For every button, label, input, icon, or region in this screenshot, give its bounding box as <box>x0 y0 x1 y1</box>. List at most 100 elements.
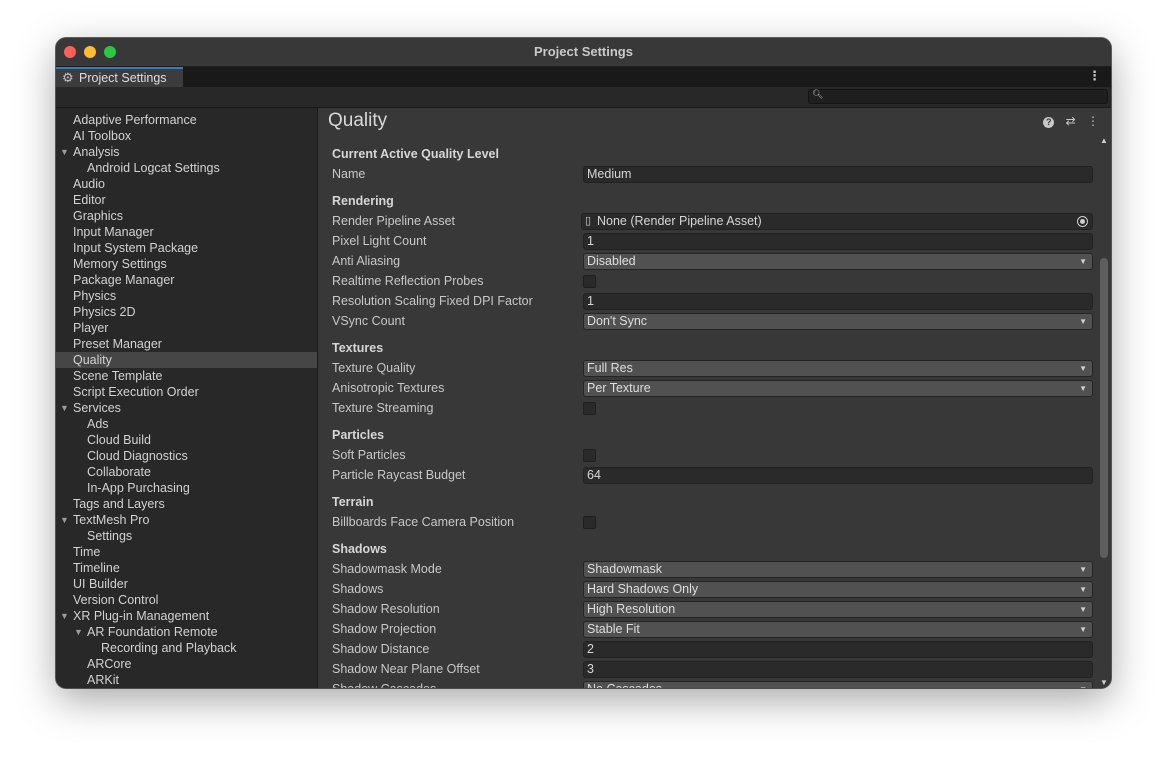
object-picker-icon[interactable] <box>1077 216 1088 227</box>
shadow-resolution-dropdown[interactable]: High Resolution ▼ <box>583 601 1093 618</box>
sidebar-item-ai-toolbox[interactable]: AI Toolbox <box>56 128 317 144</box>
vsync-count-dropdown[interactable]: Don't Sync ▼ <box>583 313 1093 330</box>
sidebar-item-collaborate[interactable]: Collaborate <box>56 464 317 480</box>
sidebar-item-quality[interactable]: Quality <box>56 352 317 368</box>
setting-row-soft-particles: Soft Particles <box>332 445 1093 465</box>
texture-streaming-checkbox[interactable] <box>583 402 596 415</box>
vertical-scrollbar[interactable]: ▲ ▼ <box>1097 136 1111 688</box>
sidebar-item-arkit[interactable]: ARKit <box>56 672 317 688</box>
sidebar-item-preset-manager[interactable]: Preset Manager <box>56 336 317 352</box>
sidebar-item-version-control[interactable]: Version Control <box>56 592 317 608</box>
shadow-distance-field[interactable]: 2 <box>583 641 1093 658</box>
sidebar-item-xr-plug-in-management[interactable]: ▼ XR Plug-in Management <box>56 608 317 624</box>
shadowmask-mode-dropdown[interactable]: Shadowmask ▼ <box>583 561 1093 578</box>
scroll-down-icon[interactable]: ▼ <box>1100 678 1108 687</box>
search-row: 🔍︎ <box>56 87 1111 108</box>
help-icon[interactable]: ? <box>1043 117 1055 128</box>
sidebar-item-textmesh-pro[interactable]: ▼ TextMesh Pro <box>56 512 317 528</box>
sidebar-item-recording-and-playback[interactable]: Recording and Playback <box>56 640 317 656</box>
sidebar-item-label: Graphics <box>73 209 124 223</box>
sidebar-item-time[interactable]: Time <box>56 544 317 560</box>
sidebar-item-label: AR Foundation Remote <box>87 625 218 639</box>
preset-sliders-icon[interactable]: ⇄ <box>1066 114 1076 128</box>
more-options-icon[interactable]: ⋮ <box>1088 68 1101 84</box>
sidebar-item-scene-template[interactable]: Scene Template <box>56 368 317 384</box>
section-title: Textures <box>332 341 384 355</box>
sidebar-item-graphics[interactable]: Graphics <box>56 208 317 224</box>
more-options-icon[interactable]: ⋮ <box>1087 114 1099 128</box>
realtime-reflection-probes-checkbox[interactable] <box>583 275 596 288</box>
sidebar-item-physics-2d[interactable]: Physics 2D <box>56 304 317 320</box>
scroll-up-icon[interactable]: ▲ <box>1100 136 1108 145</box>
sidebar-item-label: Recording and Playback <box>101 641 237 655</box>
sidebar-item-physics[interactable]: Physics <box>56 288 317 304</box>
setting-row-shadow-projection: Shadow Projection Stable Fit ▼ <box>332 619 1093 639</box>
sidebar-item-cloud-build[interactable]: Cloud Build <box>56 432 317 448</box>
render-pipeline-asset-object-field[interactable]: ▯ None (Render Pipeline Asset) <box>581 213 1093 230</box>
search-input[interactable] <box>823 90 1103 103</box>
sidebar-item-ui-builder[interactable]: UI Builder <box>56 576 317 592</box>
section-title: Current Active Quality Level <box>332 147 499 161</box>
sidebar-item-ar-foundation-remote[interactable]: ▼ AR Foundation Remote <box>56 624 317 640</box>
shadows-dropdown[interactable]: Hard Shadows Only ▼ <box>583 581 1093 598</box>
resolution-scaling-fixed-dpi-factor-field[interactable]: 1 <box>583 293 1093 310</box>
sidebar-item-label: Script Execution Order <box>73 385 199 399</box>
sidebar-item-audio[interactable]: Audio <box>56 176 317 192</box>
sidebar-item-settings[interactable]: Settings <box>56 528 317 544</box>
shadow-projection-dropdown[interactable]: Stable Fit ▼ <box>583 621 1093 638</box>
sidebar-item-label: Adaptive Performance <box>73 113 197 127</box>
setting-row-realtime-reflection-probes: Realtime Reflection Probes <box>332 271 1093 291</box>
chevron-down-icon: ▼ <box>1079 384 1087 393</box>
sidebar-item-ads[interactable]: Ads <box>56 416 317 432</box>
soft-particles-checkbox[interactable] <box>583 449 596 462</box>
setting-label: Shadowmask Mode <box>332 562 442 576</box>
chevron-down-icon: ▼ <box>1079 625 1087 634</box>
expand-arrow-icon[interactable]: ▼ <box>60 400 69 416</box>
sidebar-item-in-app-purchasing[interactable]: In-App Purchasing <box>56 480 317 496</box>
sidebar-item-timeline[interactable]: Timeline <box>56 560 317 576</box>
shadow-near-plane-offset-field[interactable]: 3 <box>583 661 1093 678</box>
sidebar-item-script-execution-order[interactable]: Script Execution Order <box>56 384 317 400</box>
tab-project-settings[interactable]: ⚙ Project Settings <box>56 67 183 87</box>
sidebar-item-services[interactable]: ▼ Services <box>56 400 317 416</box>
anisotropic-textures-dropdown[interactable]: Per Texture ▼ <box>583 380 1093 397</box>
sidebar-item-label: Input Manager <box>73 225 154 239</box>
setting-label: Anti Aliasing <box>332 254 401 268</box>
expand-arrow-icon[interactable]: ▼ <box>60 144 69 160</box>
sidebar-item-android-logcat-settings[interactable]: Android Logcat Settings <box>56 160 317 176</box>
expand-arrow-icon[interactable]: ▼ <box>60 608 69 624</box>
billboards-face-camera-position-checkbox[interactable] <box>583 516 596 529</box>
particle-raycast-budget-field[interactable]: 64 <box>583 467 1093 484</box>
expand-arrow-icon[interactable]: ▼ <box>60 512 69 528</box>
sidebar-item-label: ARKit <box>87 673 119 687</box>
sidebar-item-arcore[interactable]: ARCore <box>56 656 317 672</box>
setting-row-particle-raycast-budget: Particle Raycast Budget 64 <box>332 465 1093 485</box>
sidebar-item-analysis[interactable]: ▼ Analysis <box>56 144 317 160</box>
sidebar-item-cloud-diagnostics[interactable]: Cloud Diagnostics <box>56 448 317 464</box>
expand-arrow-icon[interactable]: ▼ <box>74 624 83 640</box>
sidebar-item-editor[interactable]: Editor <box>56 192 317 208</box>
sidebar-item-memory-settings[interactable]: Memory Settings <box>56 256 317 272</box>
sidebar-item-tags-and-layers[interactable]: Tags and Layers <box>56 496 317 512</box>
title-bar[interactable]: Project Settings <box>56 38 1111 67</box>
sidebar-item-input-manager[interactable]: Input Manager <box>56 224 317 240</box>
name-field[interactable]: Medium <box>583 166 1093 183</box>
sidebar-item-label: AI Toolbox <box>73 129 132 143</box>
setting-row-shadows: Shadows Hard Shadows Only ▼ <box>332 579 1093 599</box>
sidebar-item-label: XR Plug-in Management <box>73 609 210 623</box>
sidebar-item-input-system-package[interactable]: Input System Package <box>56 240 317 256</box>
texture-quality-dropdown[interactable]: Full Res ▼ <box>583 360 1093 377</box>
sidebar-item-label: Audio <box>73 177 105 191</box>
scroll-thumb[interactable] <box>1100 258 1108 558</box>
sidebar-item-package-manager[interactable]: Package Manager <box>56 272 317 288</box>
sidebar-item-label: Quality <box>73 353 112 367</box>
search-box[interactable]: 🔍︎ <box>808 89 1108 104</box>
sidebar-item-label: Android Logcat Settings <box>87 161 220 175</box>
shadow-cascades-dropdown[interactable]: No Cascades ▼ <box>583 681 1093 688</box>
sidebar-item-player[interactable]: Player <box>56 320 317 336</box>
anti-aliasing-dropdown[interactable]: Disabled ▼ <box>583 253 1093 270</box>
sidebar-item-label: Cloud Diagnostics <box>87 449 188 463</box>
setting-label: Pixel Light Count <box>332 234 427 248</box>
sidebar-item-adaptive-performance[interactable]: Adaptive Performance <box>56 112 317 128</box>
pixel-light-count-field[interactable]: 1 <box>583 233 1093 250</box>
